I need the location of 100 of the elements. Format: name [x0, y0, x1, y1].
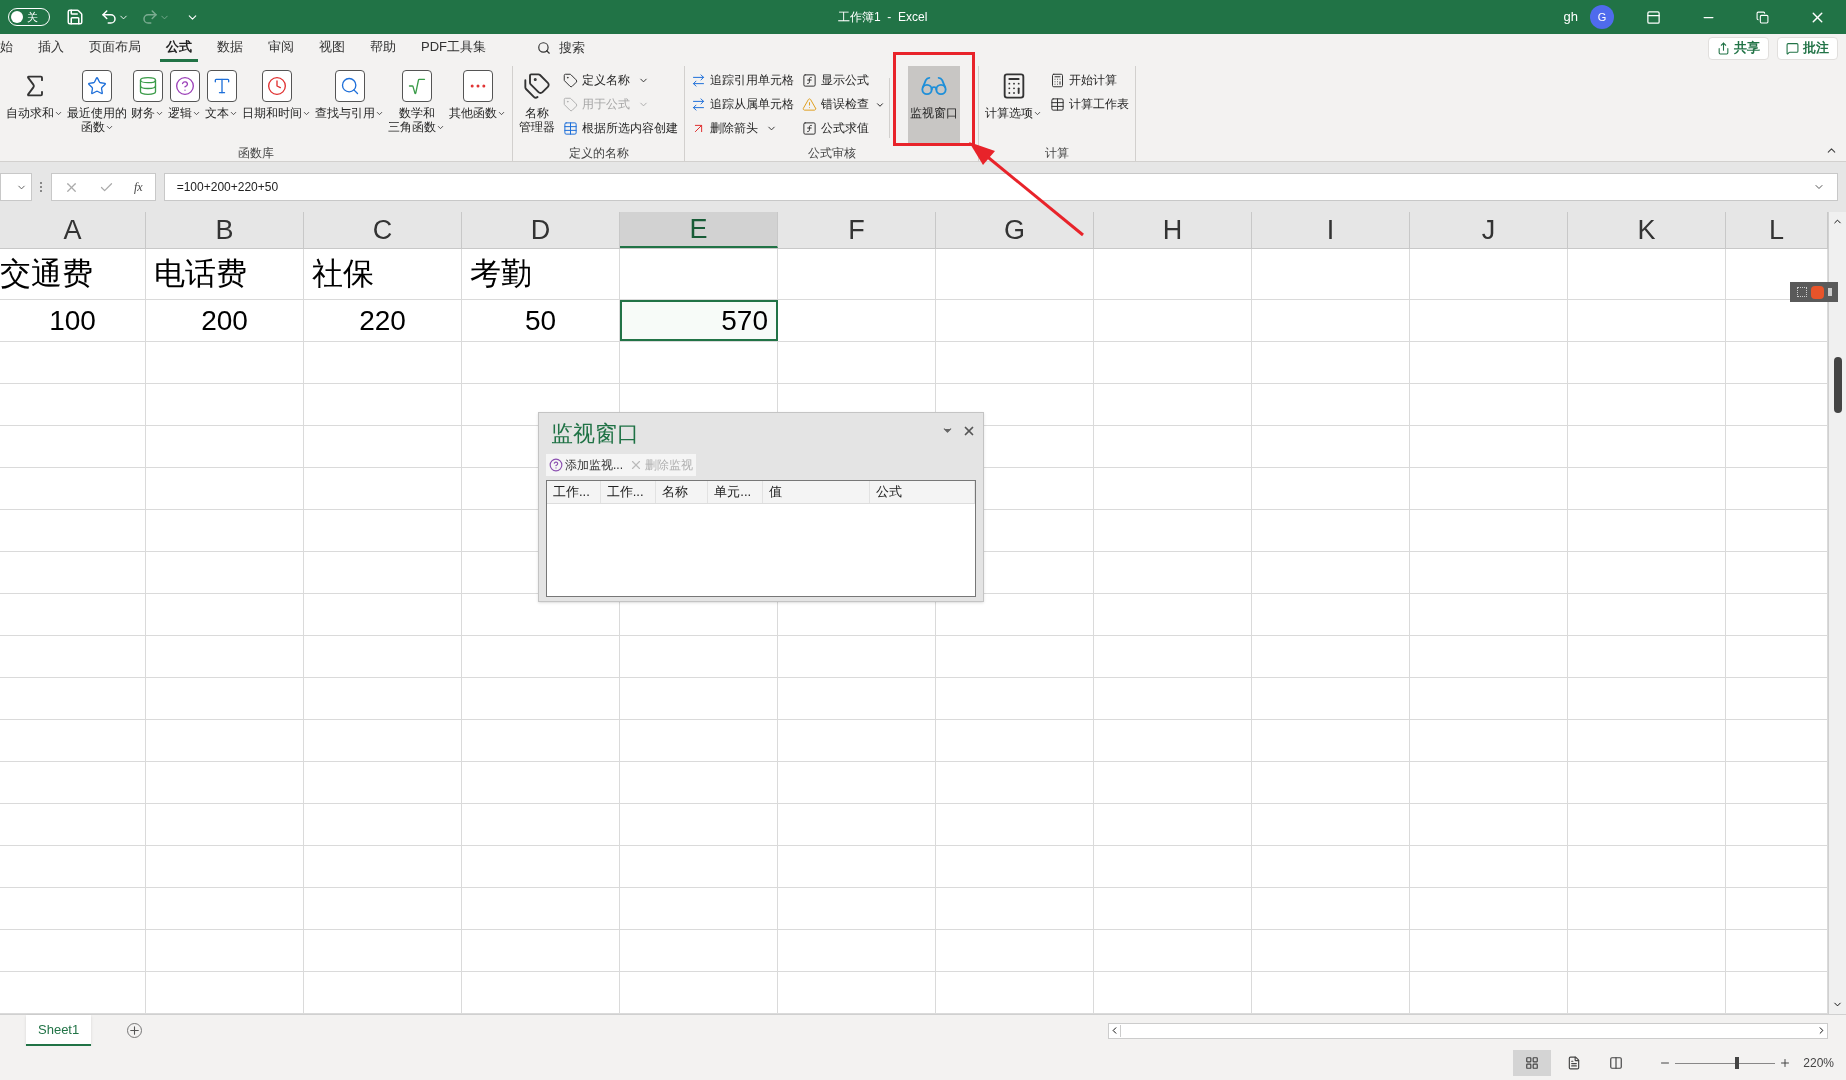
- calculator-icon: [1050, 72, 1065, 88]
- list-column-header[interactable]: 工作...: [600, 481, 656, 503]
- list-column-header[interactable]: 名称: [655, 481, 709, 503]
- clock-book-icon: [261, 70, 292, 102]
- page-break-icon: [1609, 1056, 1624, 1070]
- ribbon-button[interactable]: 开始计算: [1048, 68, 1131, 92]
- ribbon-tab[interactable]: PDF工具集: [415, 34, 492, 62]
- star-book-icon: [82, 70, 112, 102]
- view-button[interactable]: [1513, 1050, 1552, 1076]
- column-header[interactable]: C: [304, 212, 462, 248]
- slider-thumb[interactable]: [1734, 1057, 1739, 1069]
- add-watch-icon: [549, 458, 563, 472]
- search-icon: [537, 41, 551, 55]
- table-icon: [563, 120, 578, 136]
- group-label: 公式审核: [807, 145, 856, 162]
- column-header[interactable]: H: [1094, 212, 1252, 248]
- ribbon-button[interactable]: 显示公式: [800, 68, 871, 92]
- zoom-in-icon[interactable]: [1779, 1057, 1792, 1069]
- vertical-scrollbar[interactable]: [1828, 212, 1846, 1014]
- column-header[interactable]: I: [1252, 212, 1410, 248]
- insert-function-button[interactable]: fx: [134, 178, 143, 196]
- ribbon-button[interactable]: 定义名称: [561, 68, 680, 92]
- page-layout-icon: [1567, 1056, 1582, 1070]
- ribbon-tab[interactable]: 页面布局: [83, 34, 147, 62]
- function-icon: [802, 120, 817, 136]
- list-column-header[interactable]: 值: [763, 481, 870, 503]
- ribbon-button[interactable]: 其他函数: [447, 66, 508, 144]
- radical-book-icon: [401, 70, 432, 102]
- table-cell: 570: [620, 300, 778, 341]
- table-cell: 200: [146, 300, 304, 341]
- share-button[interactable]: 共享: [1708, 36, 1769, 60]
- user-avatar[interactable]: G: [1590, 5, 1614, 29]
- column-header[interactable]: E: [620, 212, 778, 248]
- caret-icon[interactable]: [875, 100, 885, 110]
- ribbon-button[interactable]: 追踪从属单元格: [689, 92, 796, 116]
- normal-view-icon: [1525, 1056, 1540, 1070]
- ribbon-button[interactable]: 逻辑: [166, 66, 203, 144]
- ribbon-tab[interactable]: 视图: [313, 34, 351, 62]
- ribbon-button[interactable]: 删除箭头: [689, 116, 796, 140]
- ribbon-button[interactable]: 最近使用的 函数: [65, 66, 129, 144]
- table-cell: 220: [304, 300, 462, 341]
- zoom-slider[interactable]: [1675, 1057, 1776, 1069]
- ribbon-button[interactable]: 名称 管理器: [517, 66, 557, 144]
- ribbon-tab[interactable]: 数据: [211, 34, 249, 62]
- column-header[interactable]: A: [0, 212, 146, 248]
- formula-field[interactable]: =100+200+220+50: [163, 173, 1838, 201]
- group-label: 计算: [1045, 145, 1069, 162]
- table-cell: 100: [0, 300, 146, 341]
- window-title: 工作簿1 - Excel: [838, 9, 928, 26]
- user-name: gh: [1563, 8, 1578, 27]
- ribbon-button[interactable]: 查找与引用: [313, 66, 386, 144]
- scrollbar-thumb[interactable]: [1833, 357, 1842, 413]
- table-cell: 考勤: [462, 249, 620, 299]
- ribbon-tab[interactable]: 插入: [32, 34, 70, 62]
- ribbon-tab[interactable]: 审阅: [262, 34, 300, 62]
- ribbon-tab[interactable]: 始: [0, 34, 19, 62]
- ribbon-button[interactable]: 计算工作表: [1048, 92, 1131, 116]
- comments-button[interactable]: 批注: [1777, 36, 1838, 60]
- ribbon-tab[interactable]: 帮助: [364, 34, 402, 62]
- zoom-level[interactable]: 220%: [1803, 1054, 1834, 1072]
- ribbon-button[interactable]: 文本: [203, 66, 240, 144]
- column-header[interactable]: J: [1410, 212, 1568, 248]
- undo-icon[interactable]: [100, 8, 118, 26]
- magnifier-book-icon: [334, 70, 365, 102]
- ribbon-button[interactable]: 数学和 三角函数: [386, 66, 447, 144]
- watch-window-title: 监视窗口: [551, 420, 639, 448]
- column-header[interactable]: F: [778, 212, 936, 248]
- group-label: 函数库: [238, 145, 274, 162]
- list-column-header[interactable]: 工作...: [547, 481, 601, 503]
- tag-list-icon: [522, 70, 552, 102]
- list-column-header[interactable]: 单元...: [708, 481, 763, 503]
- input-method-toolbar[interactable]: [1790, 282, 1838, 302]
- grip-icon: [40, 182, 43, 192]
- search-button[interactable]: 搜索: [537, 38, 585, 58]
- delete-watch-icon: [629, 458, 643, 472]
- ribbon-button[interactable]: 公式求值: [800, 116, 871, 140]
- question-book-icon: [169, 70, 200, 102]
- column-header[interactable]: K: [1568, 212, 1726, 248]
- ribbon-button[interactable]: 日期和时间: [240, 66, 313, 144]
- restore-icon[interactable]: [1756, 10, 1769, 24]
- comment-icon: [1786, 41, 1799, 55]
- column-header[interactable]: B: [146, 212, 304, 248]
- sheet-tab[interactable]: Sheet1: [26, 1015, 92, 1046]
- ribbon-display-icon[interactable]: [1646, 9, 1661, 25]
- watch-toolbar-button[interactable]: 添加监视...: [546, 456, 626, 474]
- ribbon-button[interactable]: 计算选项: [983, 66, 1044, 144]
- table-cell: 交通费: [0, 249, 146, 299]
- ribbon-button[interactable]: 根据所选内容创建: [561, 116, 680, 140]
- share-icon: [1717, 41, 1730, 55]
- list-column-header[interactable]: 公式: [869, 481, 975, 503]
- ribbon-button[interactable]: 自动求和: [4, 66, 65, 144]
- save-icon[interactable]: [66, 8, 84, 26]
- tag-icon: [563, 96, 578, 112]
- ribbon-button[interactable]: 监视窗口: [908, 66, 960, 144]
- ribbon-button[interactable]: 追踪引用单元格: [689, 68, 796, 92]
- column-header[interactable]: G: [936, 212, 1094, 248]
- ribbon-button[interactable]: 错误检查: [800, 92, 871, 116]
- ribbon-button[interactable]: 财务: [129, 66, 166, 144]
- close-icon[interactable]: [962, 424, 976, 438]
- type-book-icon: [206, 70, 237, 102]
